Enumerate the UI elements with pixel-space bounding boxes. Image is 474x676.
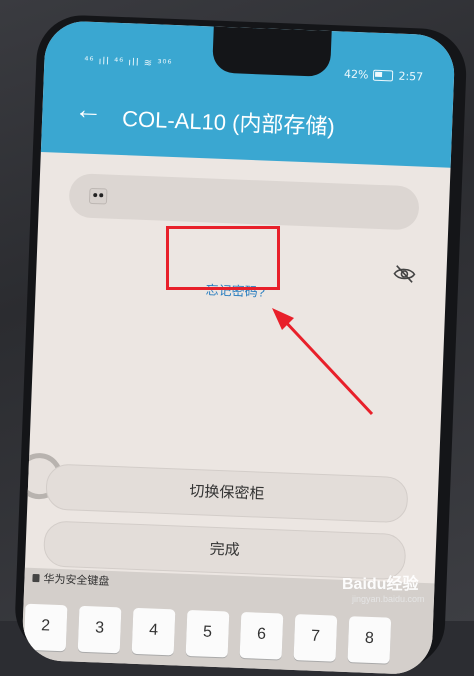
watermark-text: Baidu经验	[342, 576, 419, 593]
key[interactable]: 7	[293, 614, 338, 662]
annotation-arrow	[272, 308, 374, 416]
key[interactable]: 8	[347, 616, 392, 664]
watermark-url: jingyan.baidu.com	[352, 594, 425, 604]
baidu-watermark: Baidu经验	[342, 570, 418, 594]
